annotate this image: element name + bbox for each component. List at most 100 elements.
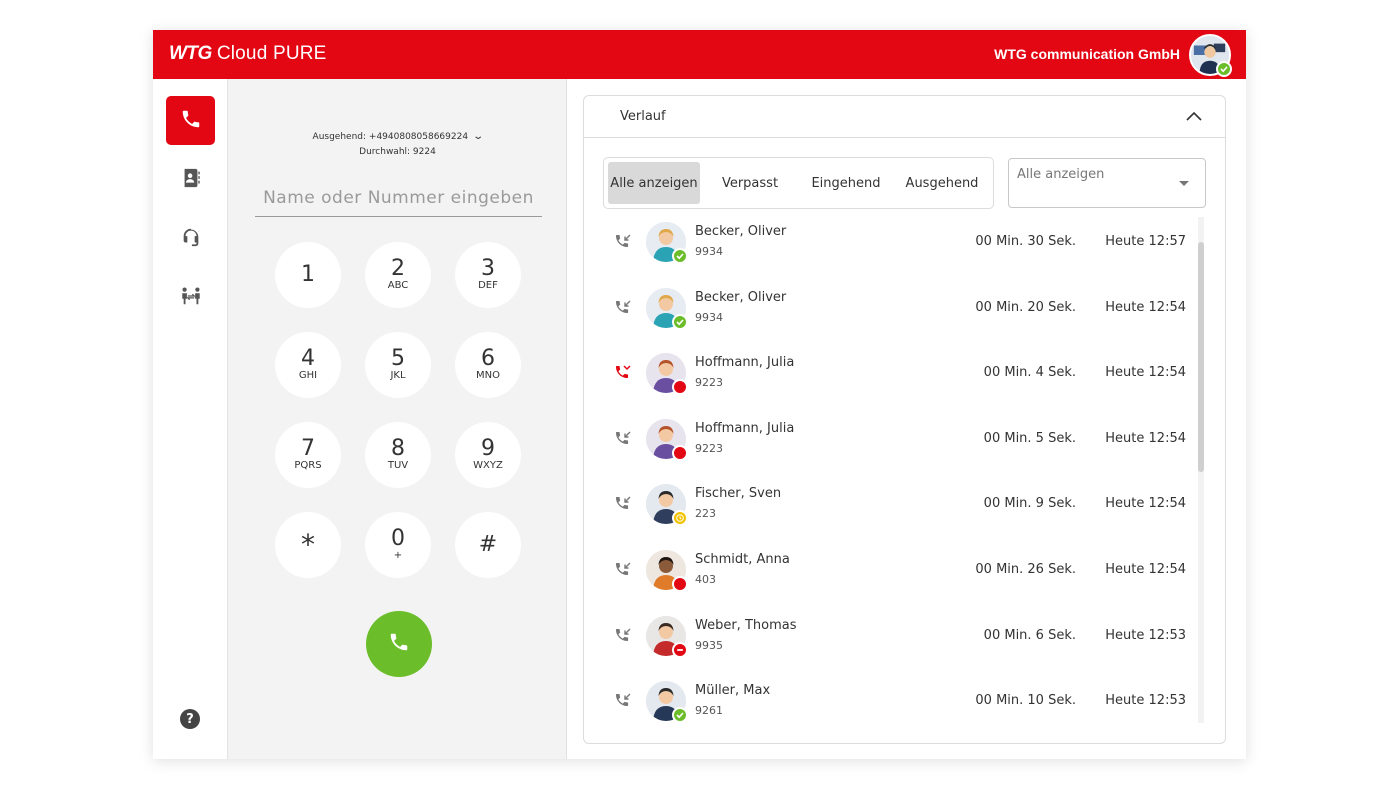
- key-7[interactable]: 7 PQRS: [275, 422, 341, 488]
- incoming-call-icon: [614, 299, 632, 317]
- history-row[interactable]: Weber, Thomas 9935 00 Min. 6 Sek. Heute 12:…: [584, 611, 1194, 676]
- sidebar-item-headset[interactable]: [166, 214, 215, 263]
- key-8[interactable]: 8 TUV: [365, 422, 431, 488]
- history-list: Becker, Oliver 9934 00 Min. 30 Sek. Heute 1…: [584, 217, 1208, 723]
- sidebar-item-transfer[interactable]: [166, 273, 215, 322]
- contact-avatar: [646, 222, 688, 264]
- contact-extension: 9223: [695, 376, 723, 389]
- outgoing-number: Ausgehend: +4940808058669224: [312, 132, 469, 142]
- history-filter-select[interactable]: Alle anzeigen: [1008, 158, 1206, 208]
- incoming-call-icon: [614, 495, 632, 513]
- key-4[interactable]: 4 GHI: [275, 332, 341, 398]
- number-input[interactable]: [255, 179, 542, 217]
- key-letters: ABC: [387, 280, 409, 291]
- caret-down-icon: [1179, 181, 1189, 186]
- call-duration: 00 Min. 26 Sek.: [975, 562, 1076, 577]
- contact-extension: 9934: [695, 245, 723, 258]
- history-row[interactable]: Schmidt, Anna 403 00 Min. 26 Sek. Heute 12:…: [584, 545, 1194, 610]
- contact-extension: 403: [695, 573, 716, 586]
- call-time: Heute 12:54: [1105, 300, 1186, 315]
- sidebar-item-contacts[interactable]: [166, 155, 215, 204]
- sidebar: ?: [153, 79, 228, 759]
- chevron-up-icon[interactable]: [1185, 108, 1203, 126]
- call-time: Heute 12:54: [1105, 431, 1186, 446]
- key-digit: 0: [391, 526, 405, 551]
- key-digit: 5: [391, 346, 405, 371]
- key-3[interactable]: 3 DEF: [455, 242, 521, 308]
- key-hash[interactable]: #: [455, 512, 521, 578]
- main-area: Verlauf Alle anzeigen Verpasst Eingehend…: [568, 79, 1246, 759]
- key-star[interactable]: *: [275, 512, 341, 578]
- key-9[interactable]: 9 WXYZ: [455, 422, 521, 488]
- tab-all[interactable]: Alle anzeigen: [608, 162, 700, 204]
- contact-name: Fischer, Sven: [695, 486, 782, 501]
- contact-name: Becker, Oliver: [695, 224, 787, 239]
- key-letters: GHI: [298, 370, 318, 381]
- contact-extension: 9223: [695, 442, 723, 455]
- call-duration: 00 Min. 9 Sek.: [983, 496, 1076, 511]
- call-time: Heute 12:53: [1105, 628, 1186, 643]
- phone-icon: [388, 631, 410, 657]
- contacts-icon: [180, 167, 202, 193]
- away-status-icon: [672, 510, 688, 526]
- contact-avatar: [646, 288, 688, 330]
- filter-value: Alle anzeigen: [1017, 167, 1105, 182]
- contact-name: Müller, Max: [695, 683, 771, 698]
- user-avatar[interactable]: [1189, 34, 1232, 77]
- history-row[interactable]: Hoffmann, Julia 9223 00 Min. 4 Sek. Heute 1…: [584, 348, 1194, 413]
- top-bar: WTG Cloud PURE WTG communication GmbH: [153, 30, 1246, 79]
- sidebar-item-phone[interactable]: [166, 96, 215, 145]
- key-digit: 1: [301, 262, 315, 287]
- phone-icon: [180, 108, 202, 134]
- app-window: WTG Cloud PURE WTG communication GmbH ? …: [153, 30, 1246, 759]
- incoming-call-icon: [614, 233, 632, 251]
- incoming-call-icon: [614, 692, 632, 710]
- contact-name: Becker, Oliver: [695, 290, 787, 305]
- history-row[interactable]: Becker, Oliver 9934 00 Min. 20 Sek. Heute 1…: [584, 283, 1194, 348]
- transfer-icon: [180, 285, 202, 311]
- contact-avatar: [646, 616, 688, 658]
- call-button[interactable]: [366, 611, 432, 677]
- key-5[interactable]: 5 JKL: [365, 332, 431, 398]
- available-status-icon: [1216, 61, 1232, 77]
- outgoing-number-select[interactable]: Ausgehend: +4940808058669224 ⌄: [228, 131, 567, 142]
- key-digit: 6: [481, 346, 495, 371]
- history-row[interactable]: Becker, Oliver 9934 00 Min. 30 Sek. Heute 1…: [584, 217, 1194, 282]
- call-duration: 00 Min. 5 Sek.: [983, 431, 1076, 446]
- history-row[interactable]: Hoffmann, Julia 9223 00 Min. 5 Sek. Heute 1…: [584, 414, 1194, 479]
- busy-status-icon: [672, 379, 688, 395]
- key-1[interactable]: 1: [275, 242, 341, 308]
- call-time: Heute 12:53: [1105, 693, 1186, 708]
- contact-avatar: [646, 419, 688, 461]
- call-time: Heute 12:54: [1105, 365, 1186, 380]
- busy-status-icon: [672, 576, 688, 592]
- available-status-icon: [672, 707, 688, 723]
- contact-avatar: [646, 681, 688, 723]
- tab-missed[interactable]: Verpasst: [704, 162, 796, 204]
- contact-avatar: [646, 550, 688, 592]
- key-digit: 7: [301, 436, 315, 461]
- key-0[interactable]: 0 +: [365, 512, 431, 578]
- brand-logo: WTG Cloud PURE: [169, 43, 327, 65]
- history-row[interactable]: Fischer, Sven 223 00 Min. 9 Sek. Heute 12:5…: [584, 479, 1194, 544]
- tab-outgoing[interactable]: Ausgehend: [896, 162, 988, 204]
- scrollbar-thumb[interactable]: [1198, 242, 1204, 472]
- contact-extension: 9261: [695, 704, 723, 717]
- call-time: Heute 12:57: [1105, 234, 1186, 249]
- contact-extension: 223: [695, 507, 716, 520]
- contact-extension: 9934: [695, 311, 723, 324]
- call-duration: 00 Min. 6 Sek.: [983, 628, 1076, 643]
- history-filter-tabs: Alle anzeigen Verpasst Eingehend Ausgehe…: [603, 157, 994, 209]
- tab-incoming[interactable]: Eingehend: [800, 162, 892, 204]
- history-row[interactable]: Müller, Max 9261 00 Min. 10 Sek. Heute 12:5…: [584, 676, 1194, 723]
- brand-product: Cloud PURE: [216, 43, 327, 64]
- incoming-call-icon: [614, 561, 632, 579]
- key-6[interactable]: 6 MNO: [455, 332, 521, 398]
- incoming-call-icon: [614, 627, 632, 645]
- key-2[interactable]: 2 ABC: [365, 242, 431, 308]
- key-digit: 8: [391, 436, 405, 461]
- key-letters: PQRS: [294, 460, 322, 471]
- help-icon[interactable]: ?: [180, 709, 200, 729]
- call-duration: 00 Min. 20 Sek.: [975, 300, 1076, 315]
- contact-extension: 9935: [695, 639, 723, 652]
